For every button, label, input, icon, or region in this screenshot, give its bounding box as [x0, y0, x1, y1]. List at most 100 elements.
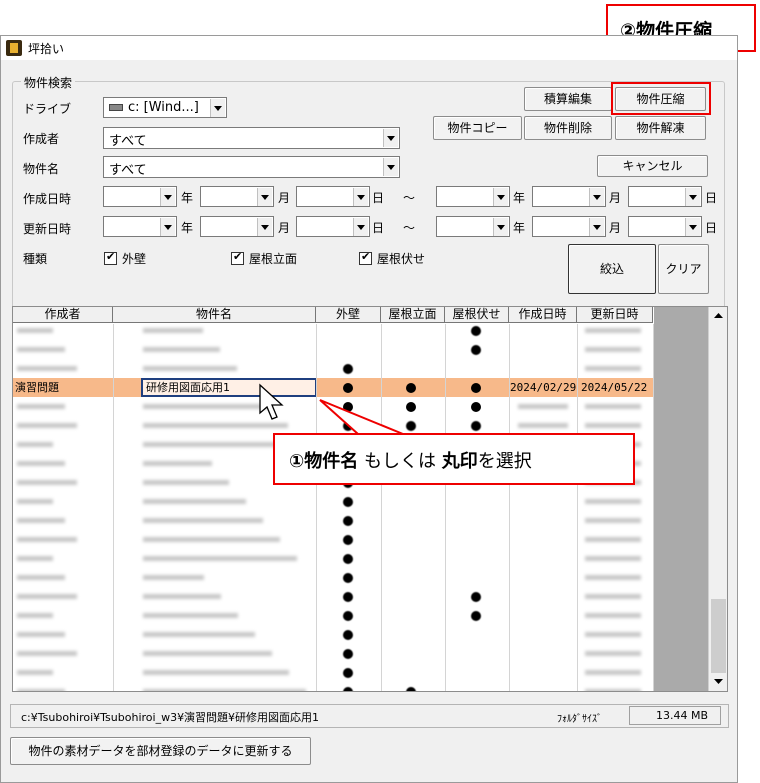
chevron-down-icon[interactable]	[493, 188, 508, 206]
chevron-down-icon[interactable]	[210, 99, 225, 117]
updated-year-unit: 年	[181, 221, 194, 235]
chevron-down-icon[interactable]	[589, 188, 604, 206]
copy-button[interactable]: 物件コピー	[433, 116, 522, 140]
chevron-down-icon[interactable]	[353, 188, 368, 206]
type-roof-plan-checkbox[interactable]	[359, 250, 372, 265]
table-row[interactable]	[13, 606, 653, 625]
mark-dot[interactable]	[343, 383, 353, 393]
chevron-down-icon[interactable]	[685, 188, 700, 206]
blurred-updated	[585, 366, 641, 371]
created-to-month[interactable]	[532, 186, 606, 207]
table-row[interactable]	[13, 625, 653, 644]
table-row[interactable]	[13, 359, 653, 378]
created-to-year[interactable]	[436, 186, 510, 207]
title-bar: 坪拾い	[1, 36, 737, 60]
created-from-month[interactable]	[200, 186, 274, 207]
type-exterior-checkbox[interactable]	[104, 250, 117, 265]
chevron-down-icon[interactable]	[160, 188, 175, 206]
mark-dot[interactable]	[343, 573, 353, 583]
mark-dot[interactable]	[406, 383, 416, 393]
chevron-down-icon[interactable]	[685, 218, 700, 236]
type-roof-elevation-label: 屋根立面	[249, 252, 298, 266]
mark-dot[interactable]	[471, 383, 481, 393]
property-name-cell[interactable]: 研修用図面応用1	[141, 378, 317, 397]
blurred-created	[518, 423, 568, 428]
mark-dot[interactable]	[343, 611, 353, 621]
table-row[interactable]	[13, 530, 653, 549]
blurred-author	[17, 461, 65, 466]
blurred-property-name	[143, 537, 280, 542]
mark-dot[interactable]	[471, 345, 481, 355]
mark-dot[interactable]	[471, 326, 481, 336]
mark-dot[interactable]	[471, 592, 481, 602]
mark-dot[interactable]	[471, 402, 481, 412]
author-select[interactable]: すべて	[103, 127, 400, 149]
updated-to-day[interactable]	[628, 216, 702, 237]
mark-dot[interactable]	[343, 687, 353, 691]
mark-dot[interactable]	[471, 611, 481, 621]
scroll-thumb[interactable]	[711, 599, 726, 673]
mark-dot[interactable]	[343, 554, 353, 564]
updated-day-unit: 日	[372, 221, 385, 235]
author-cell[interactable]: 演習問題	[15, 378, 113, 397]
chevron-down-icon[interactable]	[353, 218, 368, 236]
table-row[interactable]	[13, 321, 653, 340]
chevron-down-icon[interactable]	[383, 158, 398, 176]
created-from-year[interactable]	[103, 186, 177, 207]
chevron-down-icon[interactable]	[257, 218, 272, 236]
chevron-down-icon[interactable]	[589, 218, 604, 236]
mark-dot[interactable]	[343, 497, 353, 507]
chevron-down-icon[interactable]	[160, 218, 175, 236]
table-row[interactable]	[13, 511, 653, 530]
blurred-updated	[585, 556, 641, 561]
decompress-button[interactable]: 物件解凍	[615, 116, 706, 140]
chevron-down-icon[interactable]	[493, 218, 508, 236]
chevron-down-icon[interactable]	[257, 188, 272, 206]
created-label: 作成日時	[23, 192, 72, 206]
scroll-down-icon[interactable]	[711, 674, 726, 689]
created-from-day[interactable]	[296, 186, 370, 207]
app-icon	[6, 40, 22, 56]
scroll-up-icon[interactable]	[711, 308, 726, 323]
estimate-edit-button[interactable]: 積算編集	[524, 87, 612, 111]
mark-dot[interactable]	[343, 592, 353, 602]
mark-dot[interactable]	[406, 687, 416, 691]
cancel-button[interactable]: キャンセル	[597, 155, 708, 177]
clear-button[interactable]: クリア	[658, 244, 709, 294]
property-grid[interactable]: 作成者 物件名 外壁 屋根立面 屋根伏せ 作成日時 更新日時 演習問題 研修用図面応用1 202…	[12, 306, 728, 692]
table-row[interactable]	[13, 340, 653, 359]
drive-select[interactable]: c: [Wind...]	[103, 97, 227, 118]
table-row[interactable]	[13, 568, 653, 587]
updated-from-year[interactable]	[103, 216, 177, 237]
table-row[interactable]	[13, 644, 653, 663]
updated-from-day[interactable]	[296, 216, 370, 237]
blurred-author	[17, 499, 53, 504]
updated-from-month[interactable]	[200, 216, 274, 237]
created-cell[interactable]: 2024/02/29	[510, 378, 577, 397]
chevron-down-icon[interactable]	[383, 129, 398, 147]
filter-button[interactable]: 絞込	[568, 244, 656, 294]
created-to-day[interactable]	[628, 186, 702, 207]
type-roof-elevation-checkbox[interactable]	[231, 250, 244, 265]
mark-dot[interactable]	[343, 668, 353, 678]
mark-dot[interactable]	[343, 630, 353, 640]
mark-dot[interactable]	[471, 421, 481, 431]
delete-button[interactable]: 物件削除	[524, 116, 612, 140]
table-row[interactable]	[13, 682, 653, 691]
mark-dot[interactable]	[343, 516, 353, 526]
update-materials-button[interactable]: 物件の素材データを部材登録のデータに更新する	[10, 737, 311, 765]
updated-cell[interactable]: 2024/05/22	[581, 378, 653, 397]
updated-to-year[interactable]	[436, 216, 510, 237]
mark-dot[interactable]	[343, 535, 353, 545]
blurred-author	[17, 594, 77, 599]
table-row[interactable]	[13, 492, 653, 511]
table-row[interactable]	[13, 549, 653, 568]
table-row[interactable]	[13, 663, 653, 682]
updated-to-month[interactable]	[532, 216, 606, 237]
property-name-select[interactable]: すべて	[103, 156, 400, 178]
mark-dot[interactable]	[343, 364, 353, 374]
vertical-scrollbar[interactable]	[708, 307, 727, 691]
table-row[interactable]	[13, 587, 653, 606]
table-row[interactable]: 演習問題 研修用図面応用1 2024/02/29 2024/05/22	[13, 378, 653, 397]
mark-dot[interactable]	[343, 649, 353, 659]
